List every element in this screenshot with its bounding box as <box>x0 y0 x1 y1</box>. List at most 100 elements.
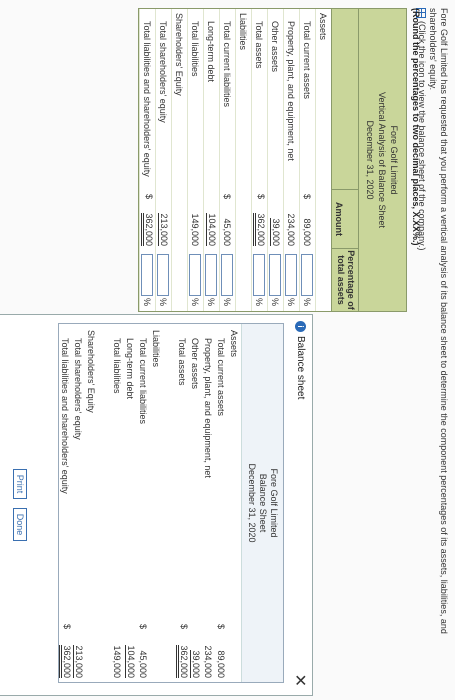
info-icon: i <box>295 321 307 332</box>
company-name: Fore Golf Limited <box>389 125 399 195</box>
done-button[interactable]: Done <box>13 507 27 542</box>
popup-amount-value: 45,000 <box>138 650 149 678</box>
amount-value: 213,000 <box>158 213 169 246</box>
popup-amount-cell: 39,000 <box>190 620 201 682</box>
balance-sheet-table: Fore Golf Limited Balance Sheet December… <box>58 323 284 683</box>
percent-symbol: % <box>142 297 153 306</box>
worksheet-row: Total liabilities 149,000% <box>187 9 203 311</box>
percent-symbol: % <box>302 297 313 306</box>
popup-row-label: Other assets <box>190 338 201 390</box>
popup-amount-cell: 149,000 <box>113 620 123 682</box>
percentage-input[interactable] <box>221 253 234 296</box>
amount-value: 89,000 <box>302 218 313 246</box>
percent-symbol: % <box>270 297 281 306</box>
percent-symbol: % <box>158 297 169 306</box>
worksheet-row: Shareholders' Equity <box>171 9 187 311</box>
popup-amount-value: 89,000 <box>216 650 227 678</box>
percentage-cell: % <box>269 249 282 311</box>
balance-sheet-row: Total shareholders' equity 213,000 <box>72 324 85 682</box>
percentage-input[interactable] <box>141 253 154 296</box>
percent-symbol: % <box>222 297 233 306</box>
percentage-cell: % <box>221 249 234 311</box>
popup-amount-cell: $362,000 <box>176 620 189 682</box>
popup-date: December 31, 2020 <box>247 463 257 543</box>
balance-sheet-header: Fore Golf Limited Balance Sheet December… <box>241 324 283 682</box>
popup-row-label: Assets <box>229 330 240 358</box>
percentage-input[interactable] <box>269 253 282 296</box>
amount-cell: $89,000 <box>303 191 313 249</box>
percentage-cell: % <box>301 249 314 311</box>
balance-sheet-row: Shareholders' Equity <box>85 324 98 682</box>
worksheet-row: Assets <box>315 9 331 311</box>
row-label: Liabilities <box>238 13 249 51</box>
balance-sheet-row: Assets <box>228 324 241 682</box>
percentage-input[interactable] <box>189 253 202 296</box>
amount-cell: 39,000 <box>270 191 281 249</box>
amount-value: 362,000 <box>141 213 154 246</box>
popup-row-label: Liabilities <box>151 330 162 368</box>
vertical-analysis-worksheet: Fore Golf Limited Vertical Analysis of B… <box>138 8 407 312</box>
percentage-cell: % <box>205 249 218 311</box>
balance-sheet-row: Total current assets $89,000 <box>215 324 228 682</box>
worksheet-row: Total shareholders' equity 213,000% <box>155 9 171 311</box>
popup-amount-value: 362,000 <box>176 645 189 678</box>
popup-amount-cell: $362,000 <box>59 620 72 682</box>
percentage-input[interactable] <box>285 253 298 296</box>
amount-cell: 213,000 <box>158 191 169 249</box>
percent-symbol: % <box>190 297 201 306</box>
popup-dollar-sign: $ <box>62 624 72 630</box>
amount-cell: 149,000 <box>191 191 201 249</box>
close-icon[interactable]: ✕ <box>290 674 310 687</box>
worksheet-rows: Assets Total current assets $89,000% Proper… <box>139 9 331 311</box>
popup-dollar-sign: $ <box>179 624 189 630</box>
percentage-input[interactable] <box>157 253 170 296</box>
column-headers: Amount Percentage of total assets <box>331 9 358 311</box>
popup-row-label: Total current assets <box>216 338 227 417</box>
percentage-cell: % <box>253 249 266 311</box>
percentage-cell: % <box>285 249 298 311</box>
worksheet-title: Vertical Analysis of Balance Sheet <box>377 91 387 229</box>
worksheet-row: Total assets $362,000% <box>251 9 267 311</box>
popup-row-label: Property, plant, and equipment, net <box>203 338 214 478</box>
balance-sheet-row: Property, plant, and equipment, net 234,0… <box>202 324 215 682</box>
popup-row-label: Total current liabilities <box>138 338 149 425</box>
row-label: Long-term debt <box>206 21 217 83</box>
popup-row-label: Total liabilities and shareholders' equi… <box>60 338 71 494</box>
popup-row-label: Total shareholders' equity <box>73 338 84 440</box>
balance-sheet-row: Total assets $362,000 <box>176 324 189 682</box>
amount-value: 45,000 <box>222 218 233 246</box>
amount-value: 39,000 <box>270 218 281 246</box>
popup-amount-cell: 104,000 <box>125 620 136 682</box>
row-label: Other assets <box>270 21 281 73</box>
dollar-sign: $ <box>256 194 266 200</box>
balance-sheet-row: Other assets 39,000 <box>189 324 202 682</box>
percentage-input[interactable] <box>301 253 314 296</box>
balance-sheet-row: Liabilities <box>150 324 163 682</box>
percentage-input[interactable] <box>205 253 218 296</box>
popup-amount-cell: 213,000 <box>73 620 84 682</box>
percent-symbol: % <box>206 297 217 306</box>
print-button[interactable]: Print <box>13 468 27 500</box>
popup-row-label: Total liabilities <box>112 338 123 394</box>
percentage-input[interactable] <box>253 253 266 296</box>
amount-header: Amount <box>332 189 358 248</box>
amount-cell: 234,000 <box>287 191 297 249</box>
worksheet-row: Total current assets $89,000% <box>299 9 315 311</box>
popup-sheet-title: Balance Sheet <box>258 473 268 533</box>
percentage-cell: % <box>141 249 154 311</box>
row-label: Total liabilities and shareholders' equi… <box>142 21 153 177</box>
balance-sheet-row <box>163 324 176 682</box>
balance-sheet-row: Total current liabilities $45,000 <box>137 324 150 682</box>
popup-row-label: Long-term debt <box>125 338 136 400</box>
popup-header: i Balance sheet <box>290 315 312 695</box>
worksheet-row: Property, plant, and equipment, net 234,0… <box>283 9 299 311</box>
row-label: Total shareholders' equity <box>158 21 169 123</box>
popup-company-name: Fore Golf Limited <box>269 468 279 538</box>
row-label: Property, plant, and equipment, net <box>286 21 297 161</box>
instruction-text: Fore Golf Limited has requested that you… <box>428 8 449 634</box>
amount-cell: $45,000 <box>223 191 233 249</box>
row-label: Assets <box>318 13 329 41</box>
popup-amount-value: 104,000 <box>125 645 136 678</box>
popup-dollar-sign: $ <box>216 624 227 630</box>
amount-value: 234,000 <box>286 213 297 246</box>
